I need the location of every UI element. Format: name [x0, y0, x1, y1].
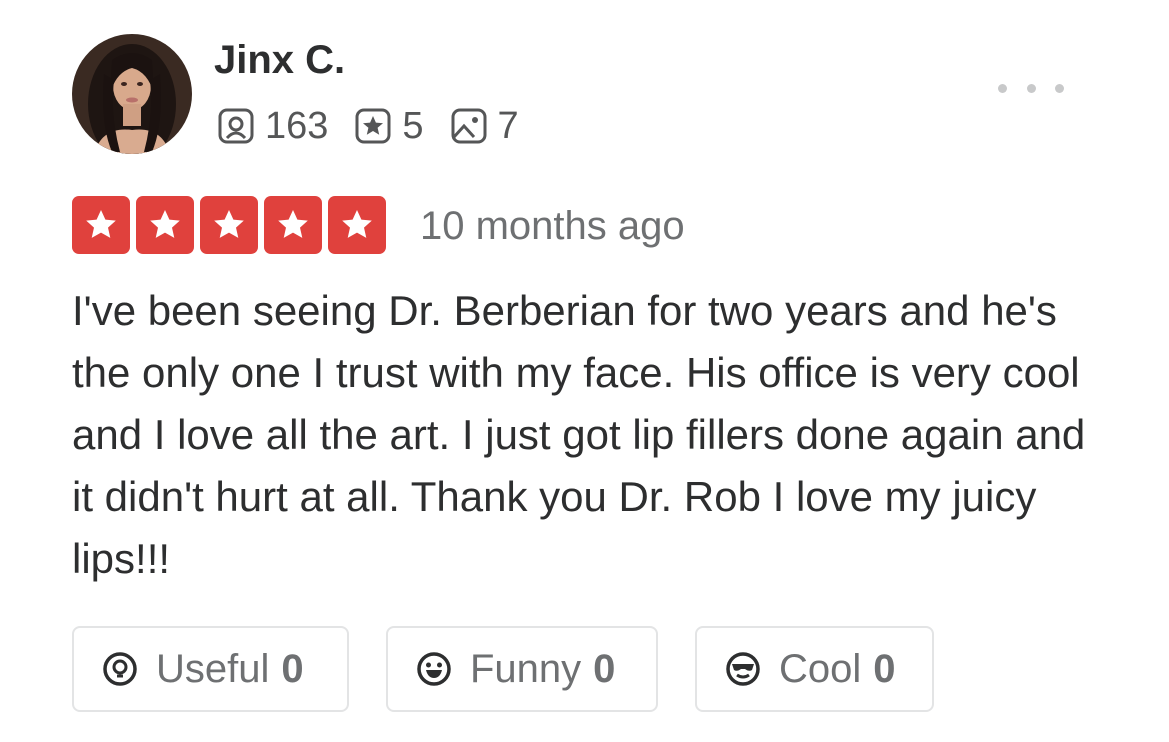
- funny-count: 0: [593, 646, 616, 691]
- more-options-button[interactable]: [998, 75, 1064, 101]
- star-icon: [328, 196, 386, 254]
- avatar-photo: [72, 34, 192, 154]
- star-icon: [72, 196, 130, 254]
- star-rating: [72, 196, 386, 254]
- useful-count: 0: [281, 646, 304, 691]
- more-dot: [1055, 83, 1064, 93]
- star-icon: [200, 196, 258, 254]
- star-icon: [264, 196, 322, 254]
- more-dot: [1026, 83, 1036, 93]
- useful-label: Useful: [156, 646, 270, 691]
- review-date: 10 months ago: [420, 204, 685, 248]
- cool-count: 0: [873, 646, 896, 691]
- funny-label: Funny: [470, 646, 582, 691]
- smile-icon: [417, 652, 451, 686]
- photo-icon: [451, 108, 487, 144]
- funny-button[interactable]: Funny 0: [386, 626, 658, 712]
- review-star-icon: [355, 108, 391, 144]
- friends-icon: [218, 108, 254, 144]
- reaction-bar: Useful 0 Funny 0 Cool 0: [72, 626, 934, 712]
- user-name[interactable]: Jinx C.: [214, 34, 345, 86]
- photos-stat: 7: [450, 105, 519, 148]
- review-card: Jinx C. 163 5 7 10 months ago I've been …: [0, 0, 1169, 742]
- cool-label: Cool: [779, 646, 862, 691]
- review-text: I've been seeing Dr. Berberian for two y…: [72, 287, 1086, 582]
- friends-count: 163: [265, 104, 329, 147]
- useful-button[interactable]: Useful 0: [72, 626, 349, 712]
- star-icon: [136, 196, 194, 254]
- lightbulb-icon: [103, 652, 137, 686]
- photos-count: 7: [497, 104, 519, 147]
- friends-stat: 163: [217, 105, 328, 148]
- more-dots-icon: [998, 83, 1007, 93]
- user-stats: 163 5 7: [217, 102, 545, 150]
- reviews-count: 5: [402, 104, 424, 147]
- sunglasses-icon: [726, 652, 760, 686]
- reviews-stat: 5: [354, 104, 424, 148]
- user-avatar[interactable]: [72, 34, 192, 154]
- cool-button[interactable]: Cool 0: [695, 626, 934, 712]
